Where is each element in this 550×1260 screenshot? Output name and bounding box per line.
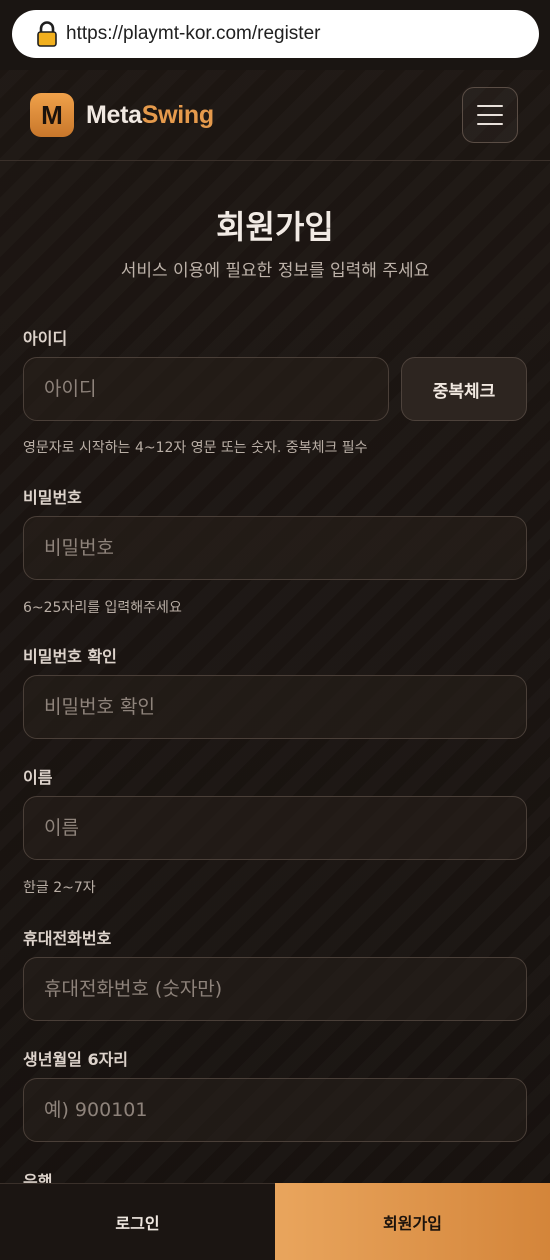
brand-name: MetaSwing: [86, 101, 214, 130]
password-field[interactable]: [23, 516, 527, 580]
brand-name-swing: Swing: [141, 100, 214, 129]
birth-input[interactable]: [44, 1099, 526, 1121]
duplicate-check-button[interactable]: 중복체크: [401, 357, 527, 421]
name-field[interactable]: [23, 796, 527, 860]
userid-input[interactable]: [44, 378, 388, 400]
phone-label: 휴대전화번호: [23, 929, 112, 948]
password-confirm-input[interactable]: [44, 696, 526, 718]
site-header: M MetaSwing: [0, 70, 550, 161]
login-button[interactable]: 로그인: [0, 1183, 275, 1260]
register-page: https://playmt-kor.com/register M MetaSw…: [0, 0, 550, 1260]
menu-line: [477, 123, 503, 125]
password-label: 비밀번호: [23, 488, 82, 507]
phone-field[interactable]: [23, 957, 527, 1021]
birth-field[interactable]: [23, 1078, 527, 1142]
name-label: 이름: [23, 768, 53, 787]
phone-input[interactable]: [44, 978, 526, 1000]
userid-hint: 영문자로 시작하는 4~12자 영문 또는 숫자. 중복체크 필수: [23, 440, 368, 456]
password-input[interactable]: [44, 537, 526, 559]
page-subtitle: 서비스 이용에 필요한 정보를 입력해 주세요: [120, 261, 430, 281]
lock-icon: [36, 21, 58, 47]
password-confirm-label: 비밀번호 확인: [23, 647, 117, 666]
menu-line: [477, 114, 503, 116]
name-hint: 한글 2~7자: [23, 880, 96, 896]
browser-chrome: https://playmt-kor.com/register: [0, 0, 550, 70]
birth-label: 생년월일 6자리: [23, 1050, 129, 1069]
menu-line: [477, 105, 503, 107]
brand-logo[interactable]: M MetaSwing: [30, 93, 214, 137]
register-button[interactable]: 회원가입: [275, 1183, 550, 1260]
bottom-nav: 로그인 회원가입: [0, 1183, 550, 1260]
address-bar[interactable]: https://playmt-kor.com/register: [12, 10, 539, 58]
page-title: 회원가입: [216, 208, 334, 246]
userid-label: 아이디: [23, 329, 68, 348]
userid-field[interactable]: [23, 357, 389, 421]
brand-name-meta: Meta: [86, 100, 142, 129]
password-confirm-field[interactable]: [23, 675, 527, 739]
password-hint: 6~25자리를 입력해주세요: [23, 600, 182, 616]
name-input[interactable]: [44, 817, 526, 839]
hamburger-menu-icon[interactable]: [462, 87, 518, 143]
url-text: https://playmt-kor.com/register: [66, 23, 321, 44]
logo-badge: M: [30, 93, 74, 137]
